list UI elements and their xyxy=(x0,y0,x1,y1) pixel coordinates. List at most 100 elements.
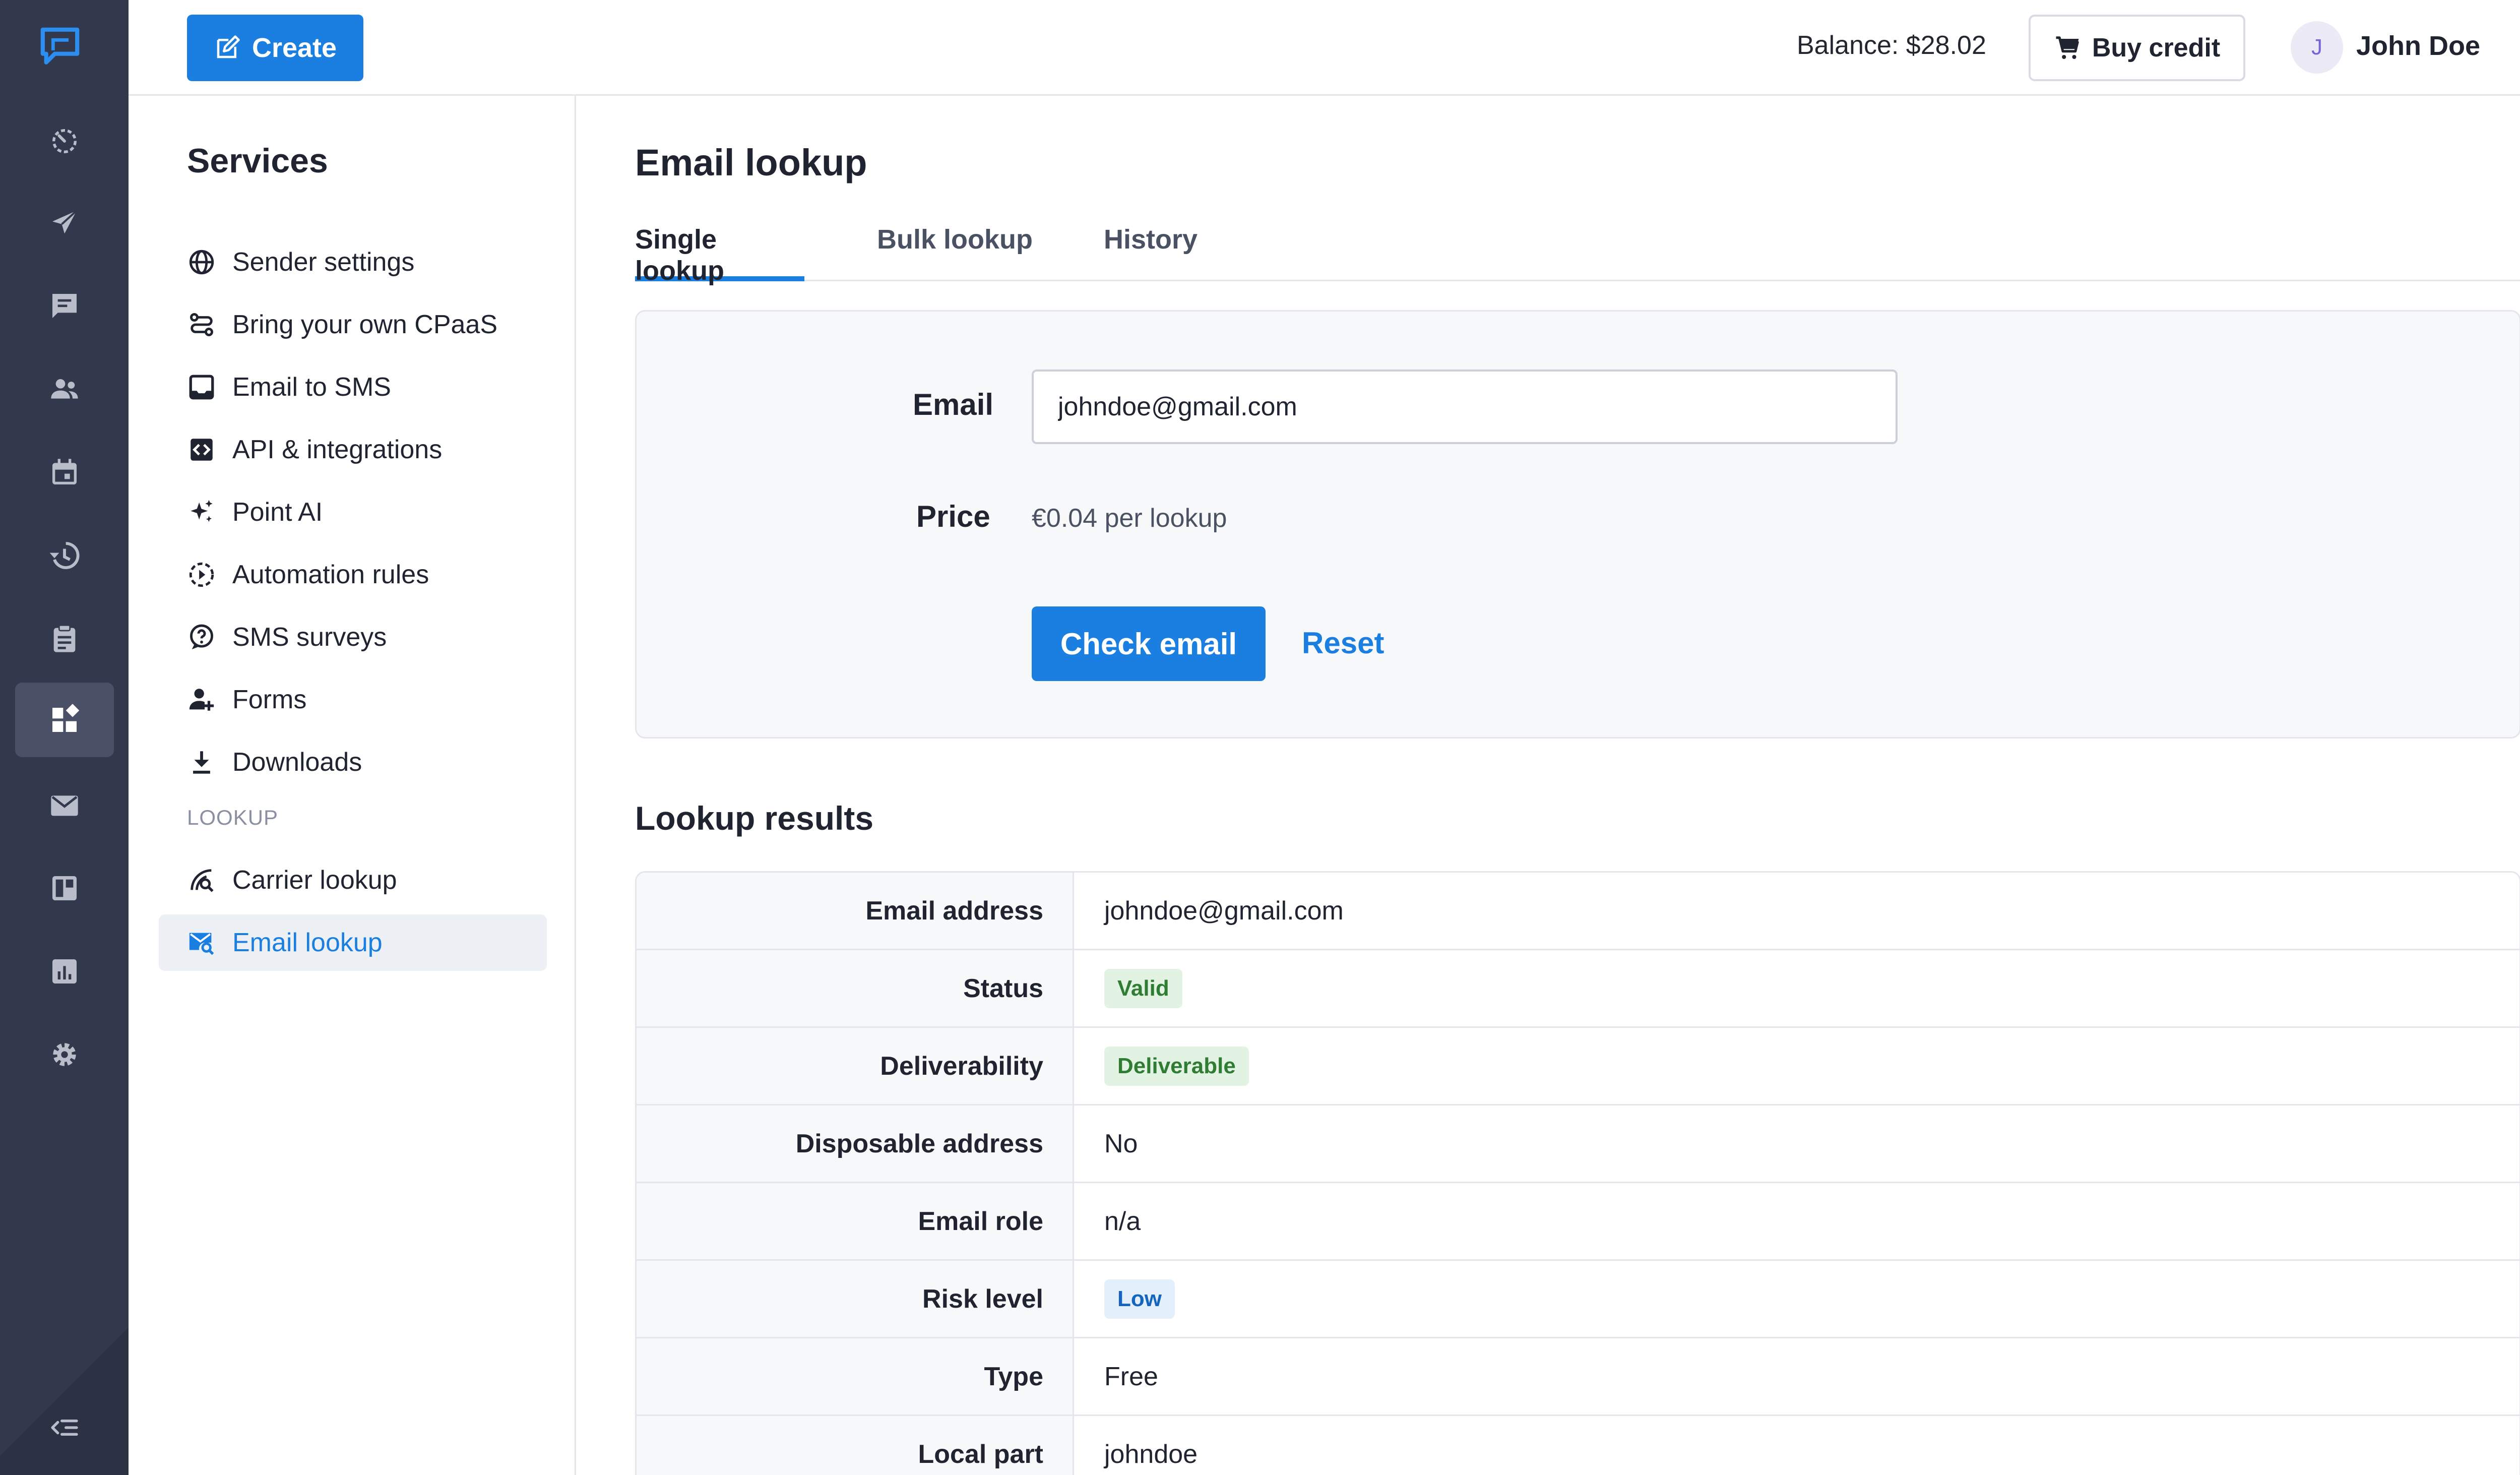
automation-icon xyxy=(189,562,214,587)
table-row: Risk level Low xyxy=(637,1261,2519,1338)
download-icon xyxy=(193,751,210,774)
cart-icon xyxy=(2056,36,2079,59)
row-value: No xyxy=(1104,1129,1138,1158)
sidebar-item-label: Bring your own CPaaS xyxy=(232,310,498,339)
row-key: Type xyxy=(637,1338,1074,1415)
avatar[interactable]: J xyxy=(2291,21,2343,74)
deliverability-badge: Deliverable xyxy=(1104,1046,1249,1086)
table-row: Email address johndoe@gmail.com xyxy=(637,873,2519,950)
main-content: Email lookup Single lookup Bulk lookup H… xyxy=(576,96,2520,1475)
sidebar-item-forms[interactable]: Forms xyxy=(159,671,547,728)
table-row: Email role n/a xyxy=(637,1183,2519,1261)
collapse-menu-icon[interactable] xyxy=(48,1411,81,1444)
carrier-icon xyxy=(191,869,214,892)
sidebar-item-label: Sender settings xyxy=(232,248,415,277)
lookup-form: Email Price €0.04 per lookup Check email… xyxy=(635,310,2520,739)
table-row: Deliverability Deliverable xyxy=(637,1028,2519,1105)
chat-icon[interactable] xyxy=(38,280,91,332)
sidebar-item-label: Carrier lookup xyxy=(232,866,397,895)
email-search-icon xyxy=(189,933,214,955)
mail-icon[interactable] xyxy=(38,779,91,831)
sidebar-item-byo-cpaas[interactable]: Bring your own CPaaS xyxy=(159,296,547,353)
sidebar-item-email-lookup[interactable]: Email lookup xyxy=(159,914,547,971)
table-row: Type Free xyxy=(637,1338,2519,1416)
send-icon[interactable] xyxy=(38,197,91,249)
sidebar-title: Services xyxy=(187,142,328,180)
buy-credit-label: Buy credit xyxy=(2092,33,2221,63)
create-button[interactable]: Create xyxy=(187,15,363,81)
board-icon[interactable] xyxy=(38,862,91,914)
sidebar-item-point-ai[interactable]: Point AI xyxy=(159,484,547,540)
contacts-icon[interactable] xyxy=(38,363,91,415)
edit-icon xyxy=(217,35,240,58)
services-sidebar: Services Sender settings Bring your own … xyxy=(129,96,576,1475)
sidebar-item-carrier-lookup[interactable]: Carrier lookup xyxy=(159,852,547,908)
sidebar-item-label: Email lookup xyxy=(232,928,383,957)
balance-text: Balance: $28.02 xyxy=(1797,31,1986,60)
create-button-label: Create xyxy=(251,33,337,63)
page-title: Email lookup xyxy=(635,142,867,183)
sidebar-item-label: Forms xyxy=(232,685,307,714)
risk-badge: Low xyxy=(1104,1279,1175,1319)
status-badge: Valid xyxy=(1104,968,1182,1008)
tab-bulk-lookup[interactable]: Bulk lookup xyxy=(877,208,1033,281)
row-key: Local part xyxy=(637,1416,1074,1475)
inbox-icon xyxy=(189,375,214,400)
sidebar-item-email-to-sms[interactable]: Email to SMS xyxy=(159,359,547,415)
apps-icon[interactable] xyxy=(15,683,114,757)
row-key: Email role xyxy=(637,1183,1074,1259)
reports-icon[interactable] xyxy=(38,945,91,998)
person-add-icon xyxy=(189,689,214,711)
row-key: Status xyxy=(637,950,1074,1026)
row-value: johndoe@gmail.com xyxy=(1104,896,1344,926)
app-rail xyxy=(0,0,129,1475)
check-email-button[interactable]: Check email xyxy=(1032,606,1266,681)
table-row: Disposable address No xyxy=(637,1105,2519,1183)
lookup-section-label: LOOKUP xyxy=(187,806,279,829)
row-value: johndoe xyxy=(1104,1439,1198,1469)
sidebar-item-api-integrations[interactable]: API & integrations xyxy=(159,421,547,478)
dashboard-icon[interactable] xyxy=(38,115,91,167)
route-icon xyxy=(190,313,213,336)
lookup-tabs: Single lookup Bulk lookup History xyxy=(635,208,2520,286)
reset-button[interactable]: Reset xyxy=(1302,626,1384,660)
sidebar-item-downloads[interactable]: Downloads xyxy=(159,734,547,790)
price-value: €0.04 per lookup xyxy=(1032,504,1227,533)
code-icon xyxy=(191,439,213,461)
survey-icon xyxy=(190,624,213,650)
row-value: n/a xyxy=(1104,1206,1141,1236)
sidebar-item-sms-surveys[interactable]: SMS surveys xyxy=(159,609,547,665)
tab-single-lookup[interactable]: Single lookup xyxy=(635,208,804,286)
calendar-icon[interactable] xyxy=(38,446,91,499)
settings-gear-icon[interactable] xyxy=(38,1028,91,1081)
sidebar-item-label: Automation rules xyxy=(232,560,429,589)
email-input[interactable] xyxy=(1032,370,1898,444)
sidebar-item-automation-rules[interactable]: Automation rules xyxy=(159,546,547,603)
table-row: Local part johndoe xyxy=(637,1416,2519,1475)
sidebar-item-label: API & integrations xyxy=(232,435,443,464)
clipboard-icon[interactable] xyxy=(38,612,91,665)
email-label: Email xyxy=(913,388,994,421)
results-table: Email address johndoe@gmail.com Status V… xyxy=(635,871,2520,1475)
history-icon[interactable] xyxy=(38,529,91,582)
sidebar-item-label: Point AI xyxy=(232,498,323,527)
rail-shade xyxy=(0,1309,129,1475)
sidebar-item-label: Downloads xyxy=(232,748,362,777)
logo-icon[interactable] xyxy=(39,26,81,68)
row-value: Free xyxy=(1104,1362,1158,1391)
globe-icon xyxy=(189,250,214,275)
price-label: Price xyxy=(916,500,990,533)
top-header: Create Balance: $28.02 Buy credit J John… xyxy=(129,0,2520,96)
row-key: Disposable address xyxy=(637,1105,1074,1182)
row-key: Email address xyxy=(637,873,1074,949)
sidebar-item-sender-settings[interactable]: Sender settings xyxy=(159,234,547,290)
buy-credit-button[interactable]: Buy credit xyxy=(2029,15,2245,81)
sparkle-icon xyxy=(191,500,213,522)
user-name[interactable]: John Doe xyxy=(2356,30,2480,62)
results-title: Lookup results xyxy=(635,800,874,837)
sidebar-item-label: SMS surveys xyxy=(232,623,387,652)
tab-history[interactable]: History xyxy=(1104,208,1198,281)
table-row: Status Valid xyxy=(637,950,2519,1028)
sidebar-item-label: Email to SMS xyxy=(232,373,391,402)
row-key: Deliverability xyxy=(637,1028,1074,1104)
